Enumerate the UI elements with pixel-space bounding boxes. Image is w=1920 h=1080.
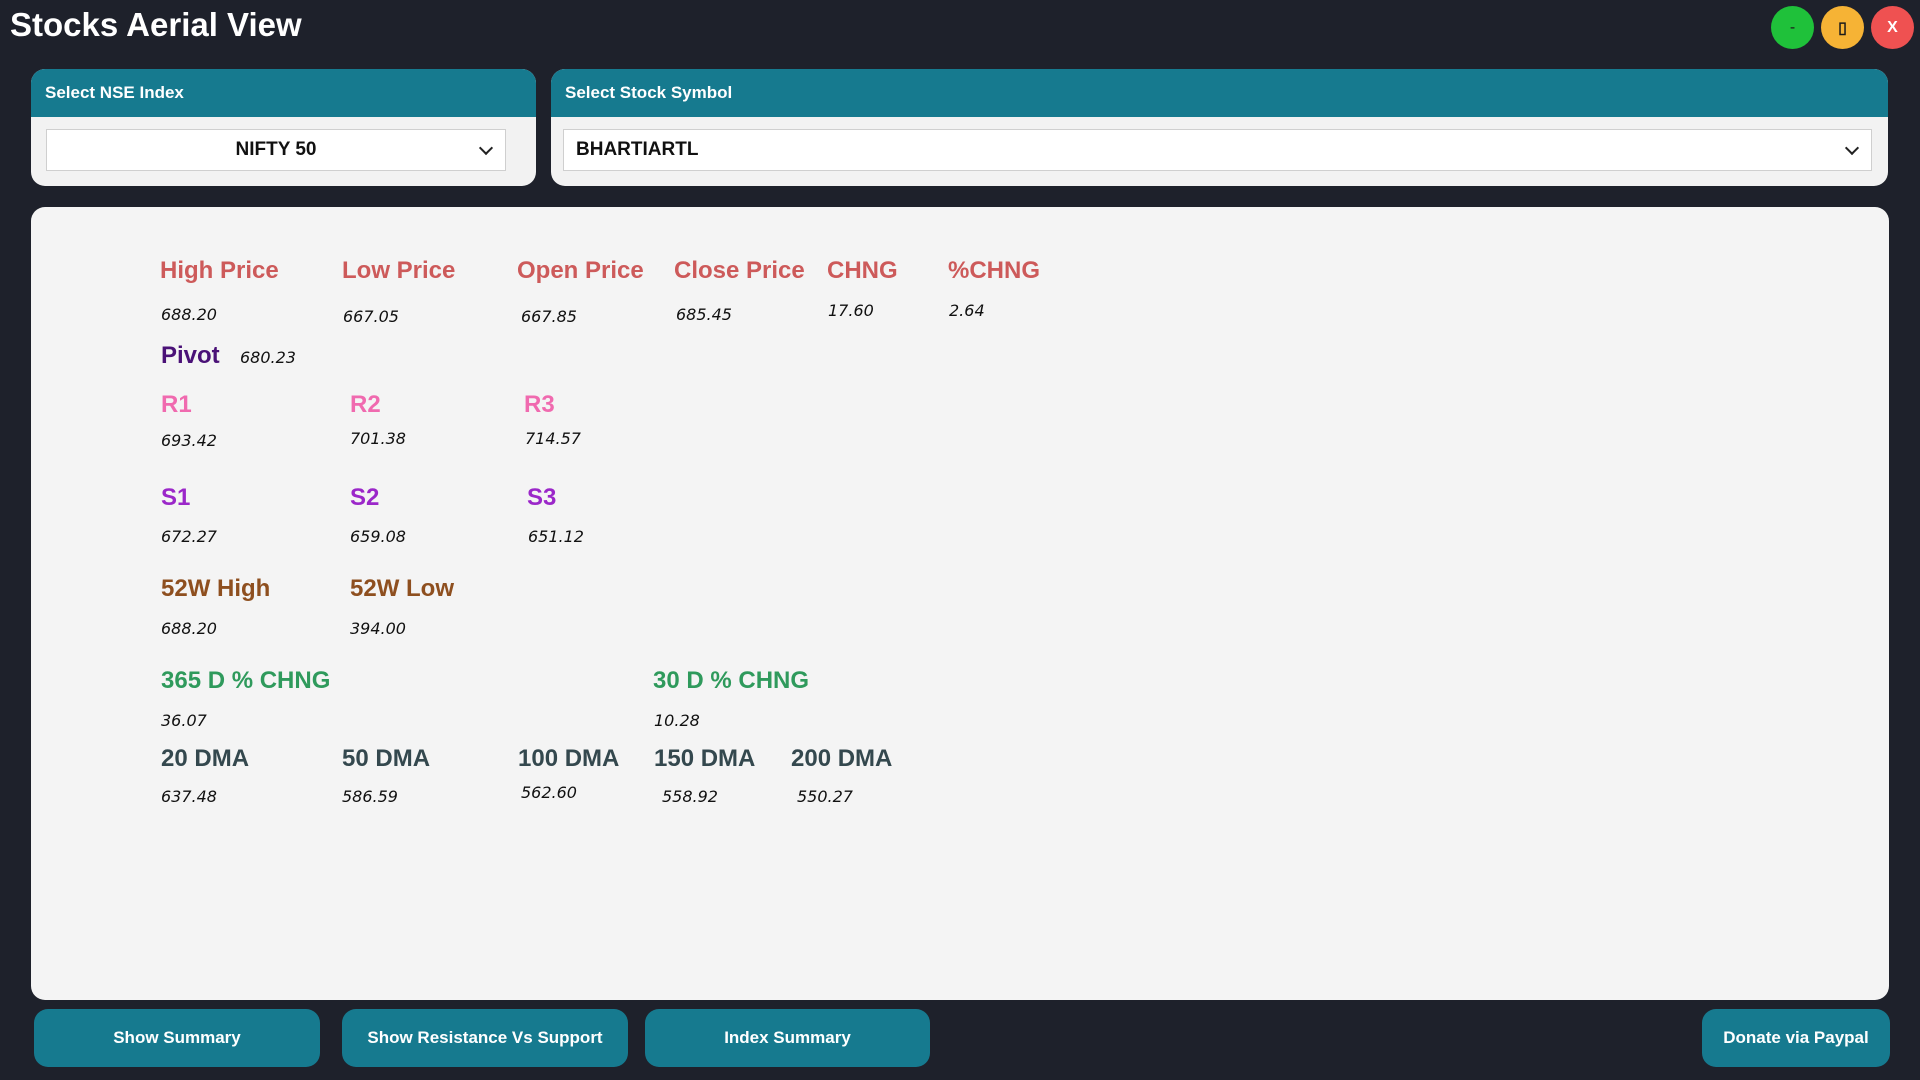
index-dropdown-value: NIFTY 50 bbox=[235, 139, 317, 160]
stock-details-card: High Price 688.20 Low Price 667.05 Open … bbox=[31, 207, 1889, 1000]
show-summary-button[interactable]: Show Summary bbox=[34, 1009, 320, 1067]
maximize-button[interactable]: ▯ bbox=[1821, 6, 1864, 49]
week52-low-label: 52W Low bbox=[350, 575, 455, 602]
s1-label: S1 bbox=[161, 484, 191, 511]
r3-value: 714.57 bbox=[525, 429, 581, 448]
s2-label: S2 bbox=[350, 484, 380, 511]
low-price-label: Low Price bbox=[342, 257, 456, 284]
stock-dropdown[interactable]: BHARTIARTL bbox=[563, 129, 1872, 171]
dma150-value: 558.92 bbox=[662, 787, 718, 806]
chevron-down-icon bbox=[1844, 140, 1860, 156]
s3-value: 651.12 bbox=[528, 527, 584, 546]
chng-value: 17.60 bbox=[828, 301, 874, 320]
dma20-label: 20 DMA bbox=[161, 745, 250, 772]
r3-label: R3 bbox=[524, 391, 555, 418]
pivot-label: Pivot bbox=[161, 342, 220, 369]
dma20-value: 637.48 bbox=[161, 787, 217, 806]
index-summary-label: Index Summary bbox=[724, 1028, 851, 1047]
change-365d-label: 365 D % CHNG bbox=[161, 667, 331, 694]
week52-high-value: 688.20 bbox=[161, 619, 217, 638]
stock-selector-panel: Select Stock Symbol BHARTIARTL bbox=[551, 69, 1888, 186]
open-price-label: Open Price bbox=[517, 257, 644, 284]
change-30d-label: 30 D % CHNG bbox=[653, 667, 810, 694]
resistance-vs-support-label: Show Resistance Vs Support bbox=[367, 1028, 603, 1047]
s1-value: 672.27 bbox=[161, 527, 217, 546]
s2-value: 659.08 bbox=[350, 527, 406, 546]
dma200-value: 550.27 bbox=[797, 787, 853, 806]
dma100-value: 562.60 bbox=[521, 783, 577, 802]
change-30d-value: 10.28 bbox=[654, 711, 700, 730]
index-summary-button[interactable]: Index Summary bbox=[645, 1009, 930, 1067]
close-button[interactable]: X bbox=[1871, 6, 1914, 49]
donate-paypal-label: Donate via Paypal bbox=[1723, 1028, 1869, 1047]
dma50-label: 50 DMA bbox=[342, 745, 431, 772]
stock-selector-header: Select Stock Symbol bbox=[551, 69, 1888, 117]
app-title: Stocks Aerial View bbox=[10, 6, 302, 43]
high-price-label: High Price bbox=[160, 257, 279, 284]
pchng-value: 2.64 bbox=[949, 301, 985, 320]
index-dropdown[interactable]: NIFTY 50 bbox=[46, 129, 506, 171]
minimize-icon: - bbox=[1789, 18, 1796, 36]
resistance-vs-support-button[interactable]: Show Resistance Vs Support bbox=[342, 1009, 628, 1067]
close-price-label: Close Price bbox=[674, 257, 805, 284]
r2-label: R2 bbox=[350, 391, 381, 418]
close-icon: X bbox=[1887, 18, 1898, 36]
stock-dropdown-value: BHARTIARTL bbox=[576, 139, 699, 160]
maximize-icon: ▯ bbox=[1838, 19, 1847, 37]
index-selector-panel: Select NSE Index NIFTY 50 bbox=[31, 69, 536, 186]
chevron-down-icon bbox=[478, 140, 494, 156]
r1-label: R1 bbox=[161, 391, 192, 418]
index-selector-header: Select NSE Index bbox=[31, 69, 536, 117]
r2-value: 701.38 bbox=[350, 429, 406, 448]
week52-high-label: 52W High bbox=[161, 575, 271, 602]
dma150-label: 150 DMA bbox=[654, 745, 756, 772]
dma200-label: 200 DMA bbox=[791, 745, 893, 772]
week52-low-value: 394.00 bbox=[350, 619, 406, 638]
minimize-button[interactable]: - bbox=[1771, 6, 1814, 49]
dma50-value: 586.59 bbox=[342, 787, 398, 806]
dma100-label: 100 DMA bbox=[518, 745, 620, 772]
s3-label: S3 bbox=[527, 484, 557, 511]
low-price-value: 667.05 bbox=[343, 307, 399, 326]
r1-value: 693.42 bbox=[161, 431, 217, 450]
pchng-label: %CHNG bbox=[948, 257, 1041, 284]
chng-label: CHNG bbox=[827, 257, 898, 284]
open-price-value: 667.85 bbox=[521, 307, 577, 326]
close-price-value: 685.45 bbox=[676, 305, 732, 324]
show-summary-label: Show Summary bbox=[113, 1028, 241, 1047]
change-365d-value: 36.07 bbox=[161, 711, 207, 730]
donate-paypal-button[interactable]: Donate via Paypal bbox=[1702, 1009, 1890, 1067]
app-window: Stocks Aerial View - ▯ X Select NSE Inde… bbox=[0, 0, 1920, 1080]
pivot-value: 680.23 bbox=[240, 348, 296, 367]
high-price-value: 688.20 bbox=[161, 305, 217, 324]
